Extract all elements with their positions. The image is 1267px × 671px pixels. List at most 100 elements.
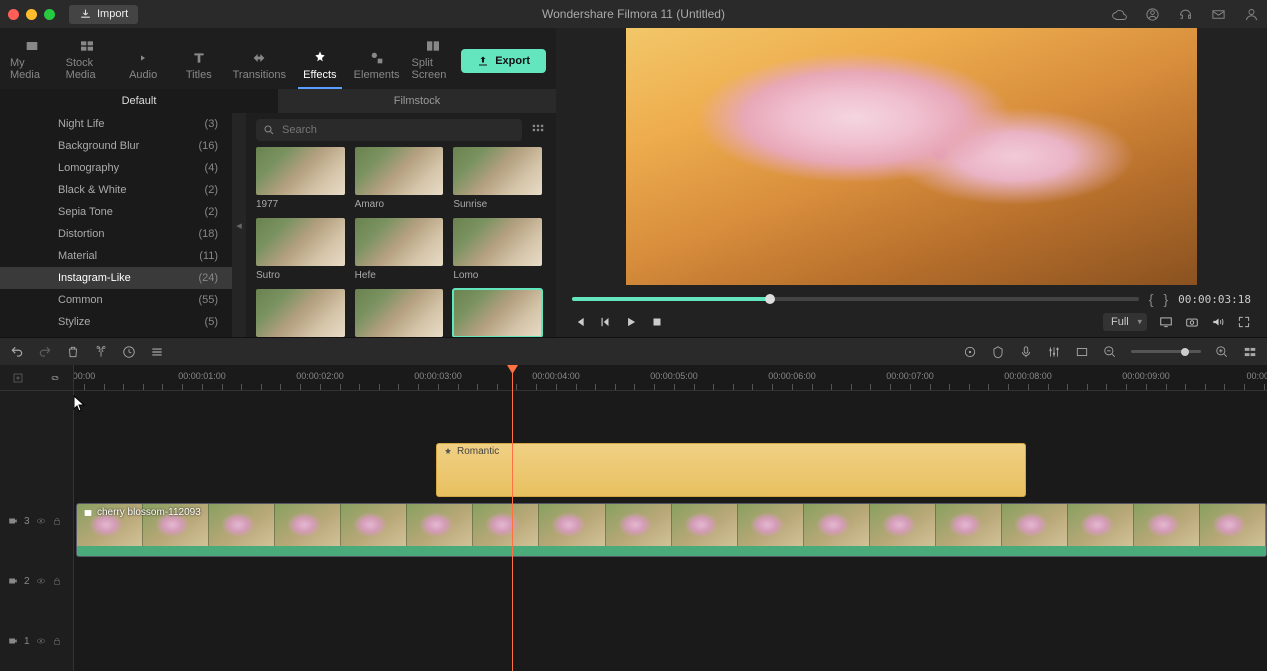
effect-thumb-1977[interactable]: 1977 — [256, 147, 345, 210]
mark-out[interactable]: } — [1163, 291, 1168, 307]
video-track-icon — [8, 636, 18, 646]
sidebar-item-black-white[interactable]: Black & White(2) — [0, 179, 232, 201]
display-icon[interactable] — [1159, 315, 1173, 329]
tab-stock-media[interactable]: Stock Media — [60, 32, 116, 89]
import-button[interactable]: Import — [69, 5, 138, 24]
mail-icon[interactable] — [1211, 7, 1226, 22]
grid-view-icon[interactable] — [530, 123, 546, 137]
speed-icon[interactable] — [122, 345, 136, 359]
preview-video[interactable] — [626, 28, 1197, 285]
video-clip[interactable]: cherry blossom-112093 — [76, 503, 1267, 557]
zoom-out-icon[interactable] — [1103, 345, 1117, 359]
visibility-icon[interactable] — [36, 576, 46, 586]
mark-in[interactable]: { — [1149, 291, 1154, 307]
collapse-sidebar[interactable]: ◂ — [232, 113, 246, 337]
play-button[interactable] — [624, 315, 638, 329]
volume-icon[interactable] — [1211, 315, 1225, 329]
tab-elements[interactable]: Elements — [348, 44, 406, 89]
prev-frame-button[interactable] — [572, 315, 586, 329]
sidebar-item-instagram-like[interactable]: Instagram-Like(24) — [0, 267, 232, 289]
effect-thumb-brannan[interactable]: Brannan — [256, 289, 345, 337]
effect-thumb-sierra[interactable]: Sierra — [355, 289, 444, 337]
film-icon — [83, 508, 93, 518]
mixer-icon[interactable] — [1047, 345, 1061, 359]
track-head-1: 1 — [0, 611, 73, 671]
sidebar-item-distortion[interactable]: Distortion(18) — [0, 223, 232, 245]
tab-titles[interactable]: Titles — [171, 44, 227, 89]
step-back-button[interactable] — [598, 315, 612, 329]
sidebar-item-night-life[interactable]: Night Life(3) — [0, 113, 232, 135]
delete-icon[interactable] — [66, 345, 80, 359]
lock-icon[interactable] — [52, 576, 62, 586]
effect-thumb-amaro[interactable]: Amaro — [355, 147, 444, 210]
effect-thumb-romantic[interactable]: Romantic — [453, 289, 542, 337]
preview-seek-bar[interactable] — [572, 297, 1139, 301]
visibility-icon[interactable] — [36, 516, 46, 526]
tab-transitions[interactable]: Transitions — [227, 44, 292, 89]
split-icon[interactable] — [94, 345, 108, 359]
undo-icon[interactable] — [10, 345, 24, 359]
minimize-window[interactable] — [26, 9, 37, 20]
video-track-icon — [8, 516, 18, 526]
timeline-body[interactable]: 00:0000:00:01:0000:00:02:0000:00:03:0000… — [74, 365, 1267, 671]
export-icon — [477, 55, 489, 67]
titlebar: Import Wondershare Filmora 11 (Untitled) — [0, 0, 1267, 28]
lock-icon[interactable] — [52, 636, 62, 646]
effect-thumb-hefe[interactable]: Hefe — [355, 218, 444, 281]
track-2[interactable]: cherry blossom-112093 — [74, 501, 1267, 561]
redo-icon[interactable] — [38, 345, 52, 359]
category-sidebar[interactable]: Night Life(3)Background Blur(16)Lomograp… — [0, 113, 232, 337]
sidebar-item-stylize[interactable]: Stylize(5) — [0, 311, 232, 333]
tab-my-media[interactable]: My Media — [4, 32, 60, 89]
link-icon[interactable] — [49, 372, 61, 384]
tab-split-screen[interactable]: Split Screen — [406, 32, 462, 89]
export-button[interactable]: Export — [461, 49, 546, 73]
close-window[interactable] — [8, 9, 19, 20]
subtab-default[interactable]: Default — [0, 89, 278, 113]
snapshot-icon[interactable] — [1185, 315, 1199, 329]
visibility-icon[interactable] — [36, 636, 46, 646]
search-input[interactable] — [256, 119, 522, 141]
headset-icon[interactable] — [1178, 7, 1193, 22]
titlebar-right — [1112, 7, 1259, 22]
preview-panel: { } 00:00:03:18 Full — [556, 28, 1267, 337]
effect-thumb-sunrise[interactable]: Sunrise — [453, 147, 542, 210]
fullscreen-icon[interactable] — [1237, 315, 1251, 329]
tab-effects[interactable]: Effects — [292, 44, 348, 89]
track-1[interactable] — [74, 561, 1267, 621]
voiceover-icon[interactable] — [1019, 345, 1033, 359]
maximize-window[interactable] — [44, 9, 55, 20]
subtabs: Default Filmstock — [0, 89, 556, 113]
stop-button[interactable] — [650, 315, 664, 329]
track-head-2: 2 — [0, 551, 73, 611]
quality-select[interactable]: Full — [1103, 313, 1147, 331]
add-media-icon[interactable] — [12, 372, 24, 384]
sidebar-item-common[interactable]: Common(55) — [0, 289, 232, 311]
fit-icon[interactable] — [1075, 345, 1089, 359]
sidebar-item-background-blur[interactable]: Background Blur(16) — [0, 135, 232, 157]
effect-icon — [443, 447, 453, 457]
zoom-slider[interactable] — [1131, 350, 1201, 353]
timeline-toolbar — [0, 337, 1267, 365]
effect-thumb-sutro[interactable]: Sutro — [256, 218, 345, 281]
time-ruler[interactable]: 00:0000:00:01:0000:00:02:0000:00:03:0000… — [74, 365, 1267, 391]
profile-icon[interactable] — [1244, 7, 1259, 22]
tab-audio[interactable]: Audio — [115, 44, 171, 89]
track-3[interactable]: Romantic — [74, 441, 1267, 501]
marker-icon[interactable] — [991, 345, 1005, 359]
subtab-filmstock[interactable]: Filmstock — [278, 89, 556, 113]
zoom-in-icon[interactable] — [1215, 345, 1229, 359]
sidebar-item-material[interactable]: Material(11) — [0, 245, 232, 267]
playhead[interactable] — [512, 365, 513, 671]
user-icon[interactable] — [1145, 7, 1160, 22]
sidebar-item-sepia-tone[interactable]: Sepia Tone(2) — [0, 201, 232, 223]
sidebar-item-overlays[interactable]: ▸Overlays(111) — [0, 333, 232, 337]
render-icon[interactable] — [963, 345, 977, 359]
cloud-icon[interactable] — [1112, 7, 1127, 22]
lock-icon[interactable] — [52, 516, 62, 526]
sidebar-item-lomography[interactable]: Lomography(4) — [0, 157, 232, 179]
menu-icon[interactable] — [150, 345, 164, 359]
effect-clip[interactable]: Romantic — [436, 443, 1026, 497]
effect-thumb-lomo[interactable]: Lomo — [453, 218, 542, 281]
timeline-view-icon[interactable] — [1243, 345, 1257, 359]
